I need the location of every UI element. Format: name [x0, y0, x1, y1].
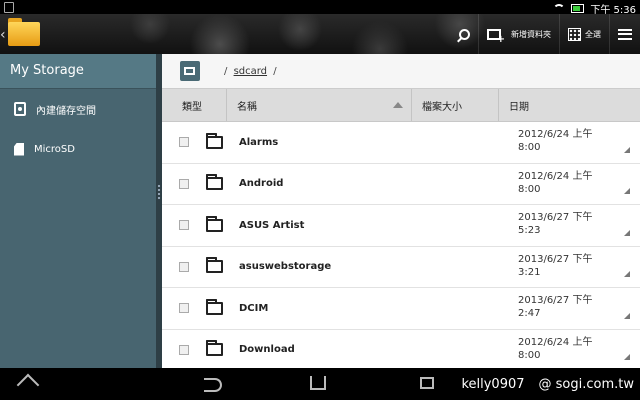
row-options-icon[interactable] [624, 188, 630, 194]
sidebar-title: My Storage [0, 54, 156, 89]
row-checkbox[interactable] [179, 178, 189, 189]
action-bar: ‹ 新增資料夾 全選 [0, 14, 640, 54]
select-all-label: 全選 [585, 29, 601, 39]
new-folder-label: 新增資料夾 [511, 29, 551, 39]
column-header-row: 類型 名稱 檔案大小 日期 [162, 89, 640, 122]
folder-icon [206, 298, 223, 315]
file-date-time: 2:47 [518, 308, 541, 319]
file-date: 2013/6/27 下午 3:21 [518, 253, 618, 279]
file-date-time: 8:00 [518, 349, 541, 361]
file-date: 2012/6/24 上午 8:00 [518, 170, 618, 196]
search-icon [459, 28, 470, 40]
folder-icon [206, 215, 223, 232]
folder-icon [206, 257, 223, 274]
column-header-date[interactable]: 日期 [499, 89, 640, 121]
file-date: 2013/6/27 下午 2:47 [518, 294, 618, 320]
overflow-menu-button[interactable] [609, 14, 640, 54]
watermark: kelly0907 @ sogi.com.tw [461, 377, 634, 392]
row-options-icon[interactable] [624, 312, 630, 319]
file-date-day: 2013/6/27 下午 [518, 212, 593, 223]
column-header-type[interactable]: 類型 [162, 89, 227, 121]
hide-navigation-icon[interactable] [16, 373, 40, 397]
notification-icon [4, 2, 14, 13]
file-date: 2012/6/24 上午 8:00 [518, 336, 618, 362]
breadcrumb-separator: / [273, 65, 277, 77]
row-options-icon[interactable] [624, 271, 630, 277]
sd-card-icon [14, 142, 24, 156]
file-name: Alarms [239, 136, 279, 148]
search-button[interactable] [451, 14, 478, 54]
app-folder-logo-icon[interactable] [8, 18, 40, 46]
file-date-time: 8:00 [518, 142, 541, 153]
back-chevron-icon[interactable]: ‹ [0, 27, 6, 43]
file-date-day: 2012/6/24 上午 [518, 170, 593, 182]
column-header-size[interactable]: 檔案大小 [412, 89, 499, 121]
file-date-time: 5:23 [518, 225, 541, 236]
battery-icon [571, 4, 585, 13]
table-row[interactable]: ASUS Artist 2013/6/27 下午 5:23 [162, 205, 640, 247]
file-name: Android [239, 178, 284, 190]
file-date-time: 8:00 [518, 183, 541, 195]
file-date-day: 2012/6/24 上午 [518, 129, 593, 140]
breadcrumb: / sdcard / [224, 66, 277, 77]
breadcrumb-separator: / [224, 65, 228, 77]
sidebar-item-label: MicroSD [34, 143, 75, 155]
menu-icon [618, 28, 632, 40]
status-bar: 下午 5:36 [0, 0, 640, 16]
new-folder-icon [487, 28, 505, 45]
table-row[interactable]: Alarms 2012/6/24 上午 8:00 [162, 122, 640, 164]
file-name: DCIM [239, 302, 269, 314]
file-name: ASUS Artist [239, 219, 305, 231]
parent-folder-button[interactable] [180, 61, 200, 81]
select-all-grid-icon [568, 27, 581, 41]
sidebar-item-label: 內建儲存空間 [36, 105, 96, 117]
file-name: asuswebstorage [239, 261, 332, 273]
select-all-button[interactable]: 全選 [559, 14, 609, 54]
row-checkbox[interactable] [179, 303, 189, 314]
sidebar-item-microsd[interactable]: MicroSD [0, 129, 156, 169]
file-date-day: 2013/6/27 下午 [518, 253, 593, 265]
column-header-name-label: 名稱 [237, 101, 257, 113]
row-options-icon[interactable] [624, 229, 630, 236]
file-date-day: 2013/6/27 下午 [518, 295, 593, 306]
recent-apps-icon[interactable] [420, 377, 434, 389]
file-name: Download [239, 344, 295, 356]
table-row[interactable]: Android 2012/6/24 上午 8:00 [162, 164, 640, 205]
column-header-name[interactable]: 名稱 [227, 89, 412, 121]
table-row[interactable]: DCIM 2013/6/27 下午 2:47 [162, 288, 640, 330]
new-folder-button[interactable]: 新增資料夾 [478, 14, 559, 54]
sidebar: My Storage 內建儲存空間 MicroSD [0, 54, 156, 368]
file-date: 2012/6/24 上午 8:00 [518, 128, 618, 154]
folder-icon [206, 132, 223, 149]
sort-ascending-icon [393, 102, 403, 108]
folder-icon [206, 340, 223, 357]
watermark-author: kelly0907 [461, 377, 525, 392]
sidebar-item-internal-storage[interactable]: 內建儲存空間 [0, 89, 156, 129]
back-icon[interactable] [204, 378, 222, 392]
file-date-day: 2012/6/24 上午 [518, 336, 593, 348]
navigation-bar: kelly0907 @ sogi.com.tw [0, 368, 640, 400]
table-row[interactable]: Download 2012/6/24 上午 8:00 [162, 330, 640, 371]
wifi-icon [553, 4, 566, 13]
file-date-time: 3:21 [518, 266, 541, 278]
row-options-icon[interactable] [624, 354, 630, 360]
watermark-site: @ sogi.com.tw [538, 377, 634, 392]
home-icon[interactable] [310, 376, 326, 390]
row-checkbox[interactable] [179, 344, 189, 355]
file-list-pane: / sdcard / 類型 名稱 檔案大小 日期 Alarms 2012/6/24… [162, 54, 640, 371]
row-checkbox[interactable] [179, 137, 189, 148]
hdd-icon [14, 102, 26, 116]
breadcrumb-sdcard[interactable]: sdcard [234, 66, 267, 77]
row-checkbox[interactable] [179, 261, 189, 272]
path-bar: / sdcard / [162, 54, 640, 89]
table-row[interactable]: asuswebstorage 2013/6/27 下午 3:21 [162, 247, 640, 288]
row-options-icon[interactable] [624, 146, 630, 153]
file-date: 2013/6/27 下午 5:23 [518, 211, 618, 237]
folder-icon [206, 174, 223, 191]
row-checkbox[interactable] [179, 220, 189, 231]
